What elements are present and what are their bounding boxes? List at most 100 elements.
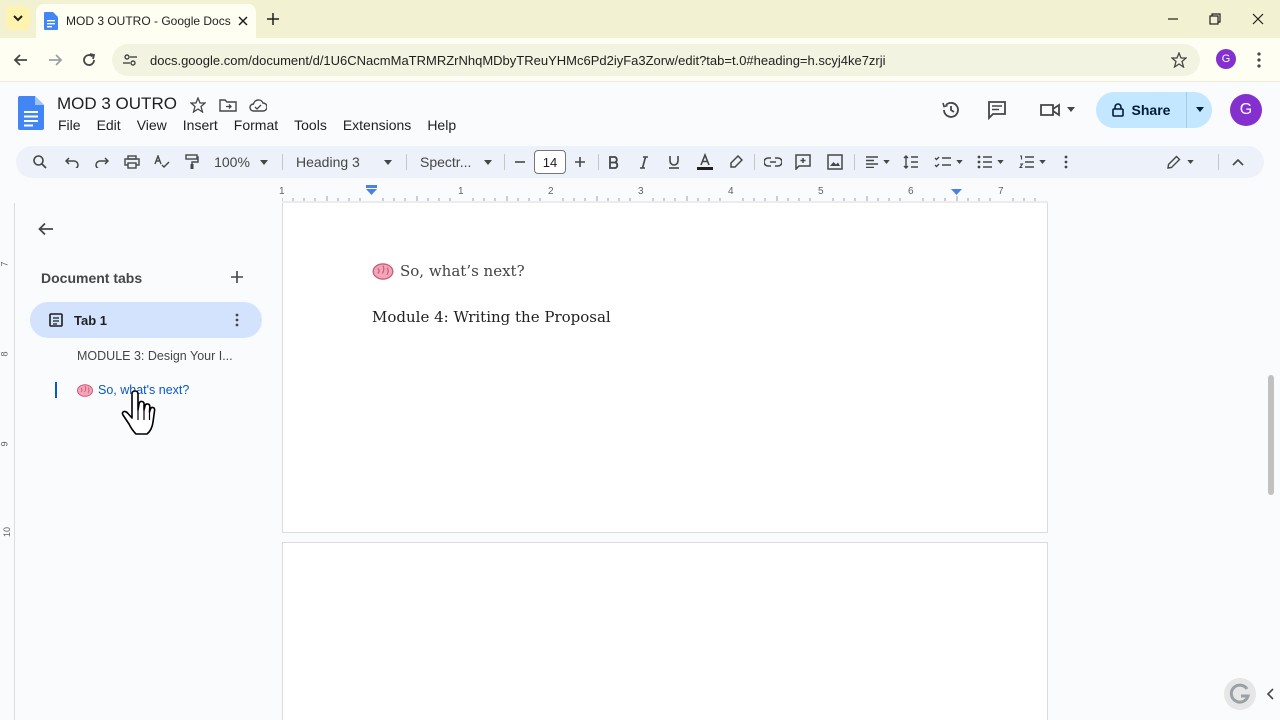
print-button[interactable] bbox=[122, 150, 142, 174]
active-outline-indicator bbox=[55, 382, 57, 398]
cloud-done-icon bbox=[249, 98, 267, 112]
decrease-font-size-button[interactable] bbox=[512, 150, 528, 174]
document-tabs-heading: Document tabs bbox=[41, 270, 143, 286]
document-paragraph[interactable]: Module 4: Writing the Proposal bbox=[372, 308, 611, 326]
side-panel-toggle-button[interactable] bbox=[1262, 684, 1278, 704]
menu-format[interactable]: Format bbox=[226, 115, 286, 135]
document-page[interactable] bbox=[282, 542, 1048, 720]
font-size-input[interactable]: 14 bbox=[534, 150, 566, 174]
share-button[interactable]: Share bbox=[1096, 92, 1186, 128]
menu-insert[interactable]: Insert bbox=[175, 115, 226, 135]
sidebar-item-tab-1[interactable]: Tab 1 bbox=[30, 302, 262, 338]
star-document-button[interactable] bbox=[188, 95, 208, 115]
increase-font-size-button[interactable] bbox=[572, 150, 588, 174]
meet-button[interactable] bbox=[1036, 97, 1078, 123]
spellcheck-icon bbox=[154, 155, 170, 169]
url-bar[interactable]: docs.google.com/document/d/1U6CNacmMaTRM… bbox=[112, 44, 1200, 76]
redo-button[interactable] bbox=[92, 150, 112, 174]
tab-search-button[interactable] bbox=[6, 6, 30, 30]
caret-down-icon bbox=[1067, 107, 1075, 112]
add-tab-button[interactable] bbox=[228, 268, 246, 286]
back-button[interactable] bbox=[8, 47, 34, 73]
plus-icon bbox=[231, 271, 243, 283]
reload-button[interactable] bbox=[76, 47, 102, 73]
tab-options-button[interactable] bbox=[228, 311, 246, 329]
grammarly-button[interactable] bbox=[1224, 678, 1256, 710]
paint-format-button[interactable] bbox=[182, 150, 202, 174]
minimize-button[interactable] bbox=[1160, 6, 1186, 32]
zoom-dropdown[interactable]: 100% bbox=[212, 150, 270, 174]
menu-tools[interactable]: Tools bbox=[286, 115, 335, 135]
google-docs-logo-icon[interactable] bbox=[18, 96, 44, 130]
insert-link-button[interactable] bbox=[762, 150, 784, 174]
restore-icon bbox=[1209, 13, 1221, 25]
browser-profile-avatar[interactable]: G bbox=[1216, 49, 1236, 69]
outline-item-module-3[interactable]: MODULE 3: Design Your I... bbox=[77, 349, 247, 363]
browser-tab-strip: MOD 3 OUTRO - Google Docs bbox=[0, 0, 1280, 38]
italic-button[interactable] bbox=[634, 150, 654, 174]
move-document-button[interactable] bbox=[218, 95, 238, 115]
spelling-button[interactable] bbox=[152, 150, 172, 174]
window-close-button[interactable] bbox=[1245, 6, 1271, 32]
toolbar-divider bbox=[598, 154, 599, 170]
document-title[interactable]: MOD 3 OUTRO bbox=[57, 94, 177, 114]
highlight-color-button[interactable] bbox=[726, 150, 746, 174]
numbered-list-dropdown[interactable] bbox=[1014, 150, 1050, 174]
chevron-left-icon bbox=[1266, 688, 1274, 700]
menu-view[interactable]: View bbox=[129, 115, 175, 135]
image-icon bbox=[827, 154, 843, 170]
more-vert-icon bbox=[1257, 52, 1261, 68]
vertical-ruler[interactable]: 7 8 9 10 bbox=[0, 203, 15, 720]
underline-button[interactable] bbox=[664, 150, 684, 174]
more-toolbar-options-button[interactable] bbox=[1058, 150, 1074, 174]
paragraph-style-dropdown[interactable]: Heading 3 bbox=[296, 150, 392, 174]
numbered-list-icon bbox=[1018, 155, 1034, 169]
font-dropdown[interactable]: Spectr... bbox=[420, 150, 492, 174]
bookmark-button[interactable] bbox=[1166, 47, 1192, 73]
new-tab-button[interactable] bbox=[262, 8, 284, 30]
align-dropdown[interactable] bbox=[862, 150, 892, 174]
menu-edit[interactable]: Edit bbox=[89, 115, 129, 135]
hide-menus-button[interactable] bbox=[1228, 150, 1248, 174]
editing-mode-dropdown[interactable] bbox=[1162, 150, 1198, 174]
menu-help[interactable]: Help bbox=[419, 115, 464, 135]
bold-button[interactable] bbox=[604, 150, 624, 174]
version-history-button[interactable] bbox=[938, 97, 964, 123]
line-spacing-button[interactable] bbox=[900, 150, 922, 174]
insert-image-button[interactable] bbox=[824, 150, 846, 174]
line-spacing-icon bbox=[903, 155, 918, 169]
browser-tab[interactable]: MOD 3 OUTRO - Google Docs bbox=[36, 4, 256, 38]
ruler-number: 7 bbox=[998, 186, 1004, 197]
paint-format-icon bbox=[185, 154, 199, 169]
menu-file[interactable]: File bbox=[50, 115, 89, 135]
account-avatar[interactable]: G bbox=[1230, 94, 1262, 126]
google-docs-favicon-icon bbox=[44, 12, 58, 30]
brain-emoji-icon bbox=[372, 262, 394, 280]
browser-menu-button[interactable] bbox=[1246, 47, 1272, 73]
grammarly-icon bbox=[1229, 683, 1251, 704]
checklist-dropdown[interactable] bbox=[930, 150, 966, 174]
text-color-button[interactable] bbox=[694, 150, 716, 174]
hand-pointer-cursor-icon bbox=[121, 390, 156, 435]
forward-button[interactable] bbox=[42, 47, 68, 73]
menu-extensions[interactable]: Extensions bbox=[335, 115, 419, 135]
document-status-button[interactable] bbox=[248, 95, 268, 115]
search-menus-button[interactable] bbox=[30, 150, 50, 174]
add-comment-button[interactable] bbox=[792, 150, 814, 174]
close-icon[interactable] bbox=[238, 16, 248, 26]
arrow-left-icon bbox=[13, 54, 27, 66]
document-page[interactable] bbox=[282, 203, 1048, 533]
share-label: Share bbox=[1131, 102, 1171, 118]
comments-button[interactable] bbox=[984, 97, 1010, 123]
bulleted-list-dropdown[interactable] bbox=[972, 150, 1008, 174]
close-tabs-outline-button[interactable] bbox=[34, 217, 58, 241]
document-heading[interactable]: So, what’s next? bbox=[372, 262, 525, 280]
restore-button[interactable] bbox=[1202, 6, 1228, 32]
bold-icon bbox=[609, 155, 619, 169]
site-info-icon[interactable] bbox=[122, 52, 138, 68]
ruler-number: 7 bbox=[0, 261, 10, 267]
vertical-scrollbar[interactable] bbox=[1268, 375, 1274, 495]
undo-button[interactable] bbox=[62, 150, 82, 174]
arrow-right-icon bbox=[49, 54, 63, 66]
text-color-icon bbox=[697, 153, 713, 170]
